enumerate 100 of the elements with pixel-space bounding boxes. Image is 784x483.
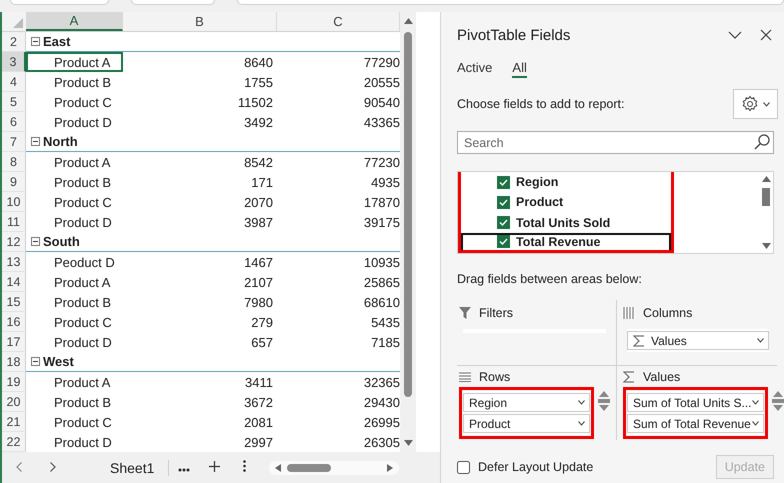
row-header[interactable]: 15 (2, 292, 26, 312)
table-cell[interactable]: Product A (26, 372, 123, 392)
toolbar-field[interactable] (237, 0, 784, 5)
drag-handle-icon[interactable] (772, 399, 784, 403)
table-cell[interactable]: Product B (26, 292, 123, 312)
move-up-icon[interactable] (772, 391, 782, 397)
scroll-down-icon[interactable] (762, 243, 770, 249)
search-icon[interactable] (754, 134, 770, 150)
row-header[interactable]: 11 (2, 212, 26, 232)
checkbox[interactable] (497, 216, 510, 230)
field-item[interactable]: Total Units Sold (497, 212, 671, 233)
settings-button[interactable] (733, 89, 778, 119)
checkbox[interactable] (497, 234, 510, 248)
table-cell-text: 39175 (362, 214, 400, 232)
row-header[interactable]: 4 (2, 72, 26, 92)
row-header[interactable]: 7 (2, 132, 26, 152)
drag-handle-icon[interactable] (598, 399, 610, 403)
table-cell[interactable]: Product C (26, 312, 123, 332)
row-header[interactable]: 9 (2, 172, 26, 192)
row-header[interactable]: 17 (2, 332, 26, 352)
caret-icon (763, 102, 770, 106)
group-label: East (43, 34, 70, 49)
row-header[interactable]: 20 (2, 392, 26, 412)
add-sheet-icon[interactable] (208, 461, 220, 472)
row-header[interactable]: 2 (2, 32, 26, 52)
scroll-up-icon[interactable] (762, 176, 770, 182)
row-header[interactable]: 14 (2, 272, 26, 292)
table-cell-text: 2107 (243, 274, 274, 292)
next-sheet-icon[interactable] (50, 462, 56, 472)
more-options-icon[interactable] (242, 460, 246, 472)
row-header[interactable]: 5 (2, 92, 26, 112)
search-field[interactable]: Search (457, 131, 774, 154)
field-item[interactable]: Product (497, 192, 671, 213)
collapse-icon[interactable] (728, 31, 742, 39)
scroll-right-icon[interactable] (387, 464, 394, 472)
table-cell-text: 26995 (362, 414, 400, 432)
panel-title: PivotTable Fields (457, 26, 572, 44)
collapse-icon[interactable] (31, 237, 40, 246)
table-cell[interactable]: Peoduct D (26, 252, 123, 272)
sum-icon (633, 334, 645, 346)
collapse-icon[interactable] (31, 137, 40, 146)
field-item[interactable]: Total Revenue (461, 232, 671, 250)
row-header[interactable]: 6 (2, 112, 26, 132)
row-header[interactable]: 8 (2, 152, 26, 172)
table-cell[interactable]: Product D (26, 332, 123, 352)
table-cell-text: 29430 (362, 394, 400, 412)
scrollbar-thumb[interactable] (287, 464, 332, 472)
area-item[interactable]: Product (463, 414, 590, 433)
table-cell[interactable]: Product B (26, 72, 123, 92)
scroll-up-icon[interactable] (404, 18, 412, 24)
table-cell[interactable]: Product D (26, 212, 123, 232)
move-down-icon[interactable] (772, 405, 782, 411)
table-cell[interactable]: Product B (26, 392, 123, 412)
scroll-left-icon[interactable] (275, 464, 282, 472)
column-header[interactable]: A (26, 12, 123, 31)
drop-area[interactable]: Sum of Total Units S... Sum of Total Revenue (627, 391, 764, 435)
previous-sheet-icon[interactable] (16, 462, 22, 472)
table-cell[interactable]: Product A (26, 152, 123, 172)
table-cell[interactable]: Product D (26, 432, 123, 452)
checkbox[interactable] (497, 196, 510, 209)
row-header[interactable]: 3 (2, 52, 26, 72)
table-cell[interactable]: Product C (26, 192, 123, 212)
table-cell[interactable]: Product A (26, 52, 123, 72)
toolbar-field[interactable] (131, 0, 216, 5)
table-cell[interactable]: Product B (26, 172, 123, 192)
row-header[interactable]: 22 (2, 432, 26, 452)
area-label: Rows (479, 370, 510, 384)
more-sheets-icon[interactable] (178, 468, 190, 472)
drag-hint-text: Drag fields between areas below: (457, 272, 643, 288)
collapse-icon[interactable] (31, 357, 40, 366)
scroll-down-icon[interactable] (404, 440, 412, 446)
collapse-icon[interactable] (31, 37, 40, 46)
tab[interactable]: Active (457, 54, 492, 84)
row-header[interactable]: 12 (2, 232, 26, 252)
row-header[interactable]: 19 (2, 372, 26, 392)
checkbox[interactable] (457, 460, 470, 474)
scrollbar-thumb[interactable] (762, 188, 770, 206)
table-cell-text: 3987 (243, 214, 274, 232)
tab[interactable]: All (512, 54, 527, 78)
row-header[interactable]: 16 (2, 312, 26, 332)
area-item[interactable]: Sum of Total Units S... (627, 393, 764, 412)
row-header[interactable]: 18 (2, 352, 26, 372)
move-down-icon[interactable] (599, 405, 609, 411)
row-header[interactable]: 10 (2, 192, 26, 212)
toolbar-field[interactable] (10, 0, 110, 5)
table-cell[interactable]: Product C (26, 412, 123, 432)
column-header[interactable]: B (123, 12, 277, 31)
area-item[interactable]: Region (463, 393, 590, 412)
table-cell[interactable]: Product C (26, 92, 123, 112)
checkbox[interactable] (497, 176, 510, 189)
drop-area[interactable]: Region Product (463, 391, 590, 435)
field-item[interactable]: Region (497, 172, 671, 192)
scrollbar-thumb[interactable] (404, 32, 412, 397)
close-icon[interactable] (760, 29, 772, 41)
move-up-icon[interactable] (599, 391, 609, 397)
area-item[interactable]: Sum of Total Revenue (627, 414, 764, 433)
row-header[interactable]: 21 (2, 412, 26, 432)
table-cell[interactable]: Product A (26, 272, 123, 292)
table-cell[interactable]: Product D (26, 112, 123, 132)
row-header[interactable]: 13 (2, 252, 26, 272)
